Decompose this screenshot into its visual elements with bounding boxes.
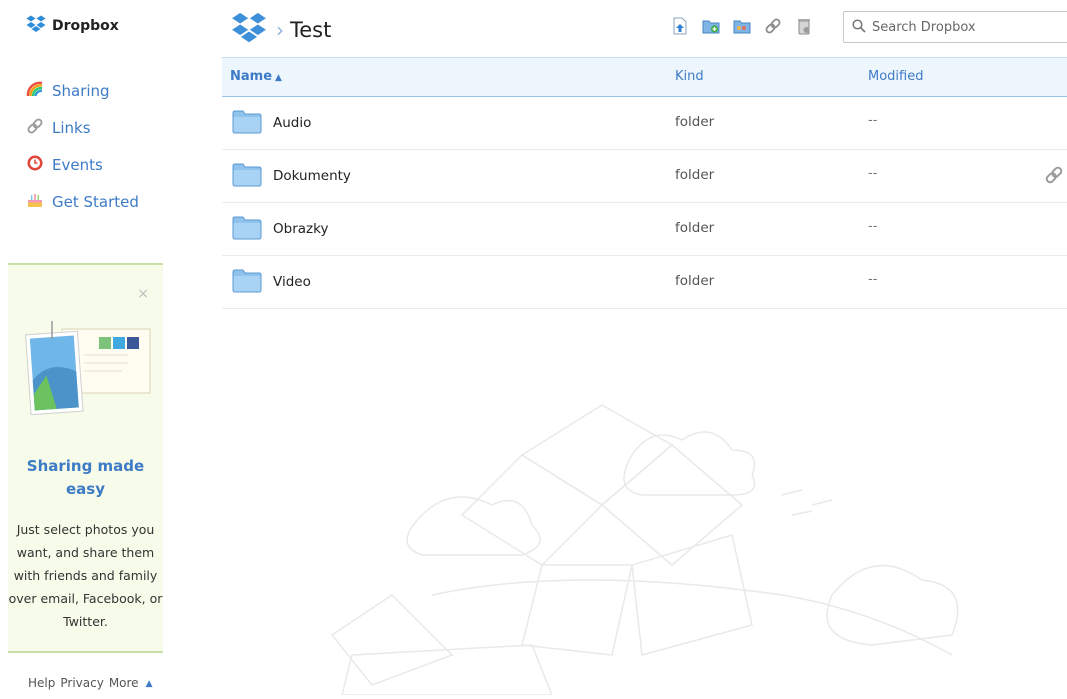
- folder-icon: [232, 216, 262, 244]
- search-icon: [852, 18, 866, 37]
- dropbox-logo-icon: [26, 15, 46, 37]
- sharing-promo-panel: × Sharing made easy Just select photos y…: [8, 263, 163, 653]
- table-header: Name ▲ Kind Modified: [222, 57, 1067, 97]
- sidebar-item-label: Links: [52, 118, 91, 137]
- sidebar-item-label: Events: [52, 155, 103, 174]
- sidebar-footer: Help Privacy More ▲: [28, 676, 152, 692]
- file-modified: --: [868, 113, 878, 128]
- link-icon: [26, 117, 44, 139]
- file-name[interactable]: Dokumenty: [273, 168, 351, 184]
- file-kind: folder: [675, 273, 715, 289]
- privacy-link[interactable]: Privacy: [60, 676, 103, 692]
- file-name[interactable]: Video: [273, 274, 311, 290]
- file-modified: --: [868, 272, 878, 287]
- file-modified: --: [868, 219, 878, 234]
- toolbar: [671, 17, 813, 35]
- cake-icon: [26, 191, 44, 213]
- sidebar-item-links[interactable]: Links: [26, 109, 139, 146]
- get-link-icon[interactable]: [764, 17, 782, 35]
- upload-icon[interactable]: [671, 17, 689, 35]
- sharing-illustration: [24, 319, 152, 416]
- sidebar-item-get-started[interactable]: Get Started: [26, 183, 139, 220]
- breadcrumb: › Test: [230, 12, 331, 48]
- trash-icon[interactable]: [795, 17, 813, 35]
- column-label: Name: [230, 69, 273, 84]
- table-row[interactable]: Video folder --: [222, 256, 1067, 309]
- file-table: Name ▲ Kind Modified Audio folder -- Doku…: [222, 57, 1067, 309]
- table-row[interactable]: Dokumenty folder --: [222, 150, 1067, 203]
- sort-asc-icon: ▲: [275, 73, 282, 83]
- folder-icon: [232, 163, 262, 191]
- dropbox-home-icon[interactable]: [230, 12, 268, 48]
- clock-icon: [26, 154, 44, 176]
- rainbow-icon: [26, 80, 44, 102]
- promo-title: Sharing made easy: [26, 457, 145, 498]
- help-link[interactable]: Help: [28, 676, 55, 692]
- column-header-name[interactable]: Name ▲: [230, 69, 282, 84]
- search-input[interactable]: [872, 19, 1052, 35]
- file-kind: folder: [675, 114, 715, 130]
- sidebar-item-label: Sharing: [52, 81, 110, 100]
- sidebar-nav: Sharing Links Events Get Started: [26, 72, 139, 220]
- sidebar-item-label: Get Started: [52, 192, 139, 211]
- sidebar-item-events[interactable]: Events: [26, 146, 139, 183]
- chevron-up-icon[interactable]: ▲: [146, 676, 153, 692]
- folder-icon: [232, 269, 262, 297]
- search-box[interactable]: [843, 11, 1067, 43]
- brand-logo[interactable]: Dropbox: [26, 15, 119, 37]
- page-title: Test: [290, 18, 332, 42]
- file-name[interactable]: Audio: [273, 115, 311, 131]
- share-folder-icon[interactable]: [733, 17, 751, 35]
- new-folder-icon[interactable]: [702, 17, 720, 35]
- breadcrumb-separator: ›: [276, 18, 284, 42]
- file-kind: folder: [675, 167, 715, 183]
- table-row[interactable]: Obrazky folder --: [222, 203, 1067, 256]
- table-row[interactable]: Audio folder --: [222, 97, 1067, 150]
- sidebar: Dropbox Sharing Links Events Get Started…: [0, 0, 175, 695]
- close-icon[interactable]: ×: [137, 287, 149, 301]
- more-link[interactable]: More: [109, 676, 139, 692]
- shared-link-icon[interactable]: [1044, 165, 1064, 189]
- promo-text: Just select photos you want, and share t…: [8, 522, 163, 629]
- column-header-modified[interactable]: Modified: [868, 69, 923, 84]
- brand-name: Dropbox: [52, 18, 119, 34]
- sidebar-item-sharing[interactable]: Sharing: [26, 72, 139, 109]
- column-header-kind[interactable]: Kind: [675, 69, 704, 84]
- file-kind: folder: [675, 220, 715, 236]
- empty-area-illustration: [312, 395, 992, 696]
- folder-icon: [232, 110, 262, 138]
- file-name[interactable]: Obrazky: [273, 221, 328, 237]
- file-modified: --: [868, 166, 878, 181]
